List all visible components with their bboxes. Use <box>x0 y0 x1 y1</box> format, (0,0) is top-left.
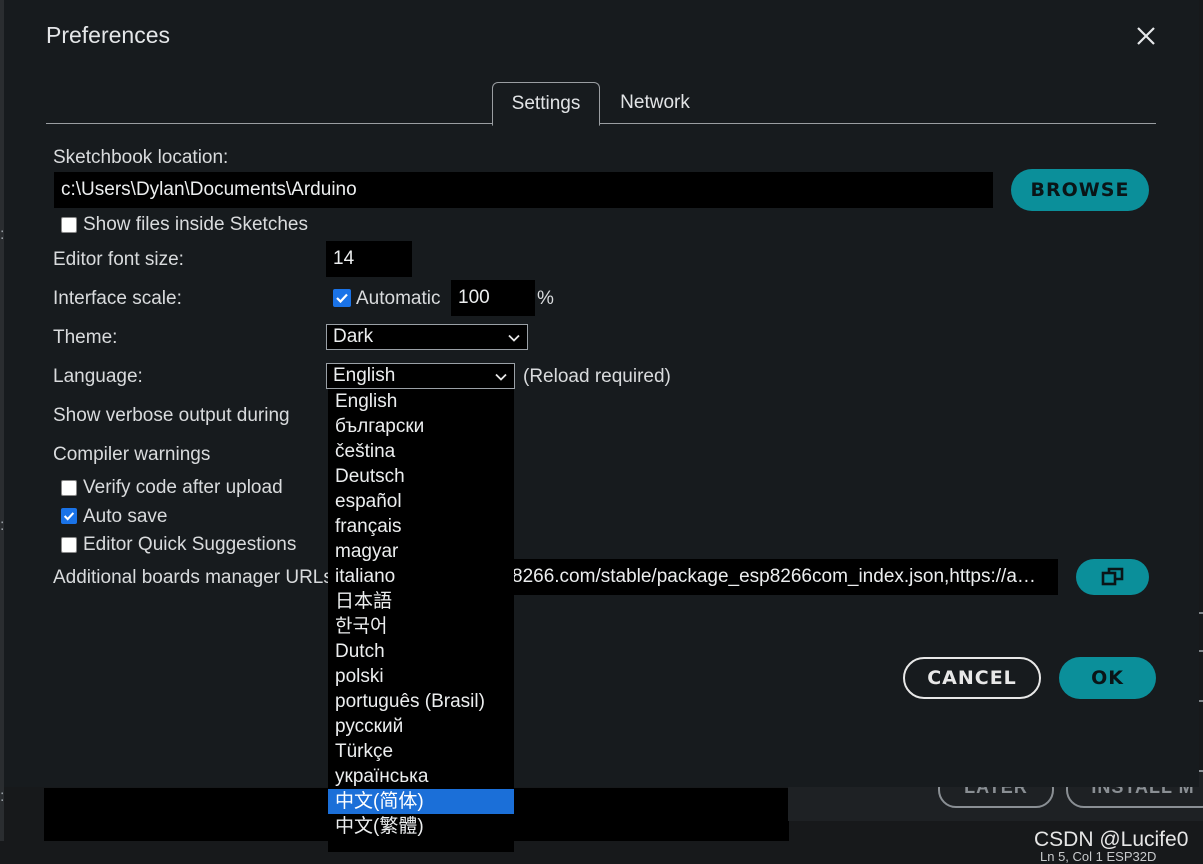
boards-url-input[interactable]: 8266.com/stable/package_esp8266com_index… <box>504 559 1058 595</box>
language-label: Language: <box>53 366 143 387</box>
scale-unit: % <box>537 288 554 309</box>
language-option[interactable]: Deutsch <box>328 464 514 489</box>
language-option[interactable]: Dutch <box>328 639 514 664</box>
tab-network[interactable]: Network <box>610 82 700 124</box>
theme-select-value: Dark <box>333 326 374 347</box>
language-option[interactable]: français <box>328 514 514 539</box>
sketchbook-path-input[interactable]: c:\Users\Dylan\Documents\Arduino <box>54 172 993 208</box>
ok-button[interactable]: OK <box>1059 657 1156 699</box>
scale-automatic-label: Automatic <box>356 288 441 309</box>
dialog-title: Preferences <box>46 22 171 48</box>
check-icon <box>336 293 348 304</box>
language-option[interactable]: 中文(简体) <box>328 789 514 814</box>
tab-settings[interactable]: Settings <box>492 82 600 126</box>
scale-automatic-checkbox[interactable] <box>333 289 351 307</box>
sketchbook-label: Sketchbook location: <box>53 147 229 168</box>
language-option[interactable]: 日本語 <box>328 589 514 614</box>
boards-url-label: Additional boards manager URLs <box>53 567 333 588</box>
open-url-editor-button[interactable] <box>1076 559 1149 595</box>
quick-suggestions-checkbox[interactable] <box>61 537 77 553</box>
language-option[interactable]: español <box>328 489 514 514</box>
verbose-output-label: Show verbose output during <box>53 405 290 426</box>
language-option[interactable]: Türkçe <box>328 739 514 764</box>
close-icon[interactable] <box>1134 24 1158 48</box>
show-files-label: Show files inside Sketches <box>83 214 308 235</box>
chevron-down-icon <box>495 373 507 381</box>
status-bar <box>0 841 1203 861</box>
language-option[interactable]: 한국어 <box>328 614 514 639</box>
scale-label: Interface scale: <box>53 288 182 309</box>
language-dropdown-list: English български čeština Deutsch español fra… <box>328 389 514 852</box>
font-size-input[interactable]: 14 <box>326 241 412 277</box>
browse-button[interactable]: BROWSE <box>1011 169 1149 211</box>
quick-suggestions-label: Editor Quick Suggestions <box>83 534 297 555</box>
cancel-button[interactable]: CANCEL <box>903 657 1041 699</box>
auto-save-checkbox[interactable] <box>61 508 77 524</box>
compiler-warnings-label: Compiler warnings <box>53 444 211 465</box>
theme-label: Theme: <box>53 327 118 348</box>
language-option[interactable]: português (Brasil) <box>328 689 514 714</box>
background-glyph: : <box>0 788 5 805</box>
scale-value-input[interactable]: 100 <box>451 280 535 316</box>
language-option[interactable]: polski <box>328 664 514 689</box>
language-select[interactable]: English <box>326 363 515 389</box>
reload-required-note: (Reload required) <box>523 366 671 387</box>
verify-code-label: Verify code after upload <box>83 477 283 498</box>
language-option[interactable]: українська <box>328 764 514 789</box>
language-option[interactable]: 中文(繁體) <box>328 814 514 839</box>
auto-save-label: Auto save <box>83 506 168 527</box>
theme-select[interactable]: Dark <box>326 324 528 350</box>
check-icon <box>63 512 75 521</box>
watermark: CSDN @Lucife0 <box>1034 828 1189 851</box>
show-files-checkbox[interactable] <box>61 217 77 233</box>
language-option[interactable]: magyar <box>328 539 514 564</box>
language-option[interactable]: čeština <box>328 439 514 464</box>
verify-code-checkbox[interactable] <box>61 480 77 496</box>
language-option[interactable]: русский <box>328 714 514 739</box>
language-select-value: English <box>333 365 396 386</box>
language-option[interactable]: italiano <box>328 564 514 589</box>
language-option[interactable]: български <box>328 414 514 439</box>
chevron-down-icon <box>508 334 520 342</box>
font-size-label: Editor font size: <box>53 249 184 270</box>
window-restore-icon <box>1101 567 1123 586</box>
tabs-divider <box>46 123 1156 124</box>
preferences-dialog: Preferences Settings Network Sketchbook … <box>4 0 1199 787</box>
language-option[interactable]: English <box>328 389 514 414</box>
